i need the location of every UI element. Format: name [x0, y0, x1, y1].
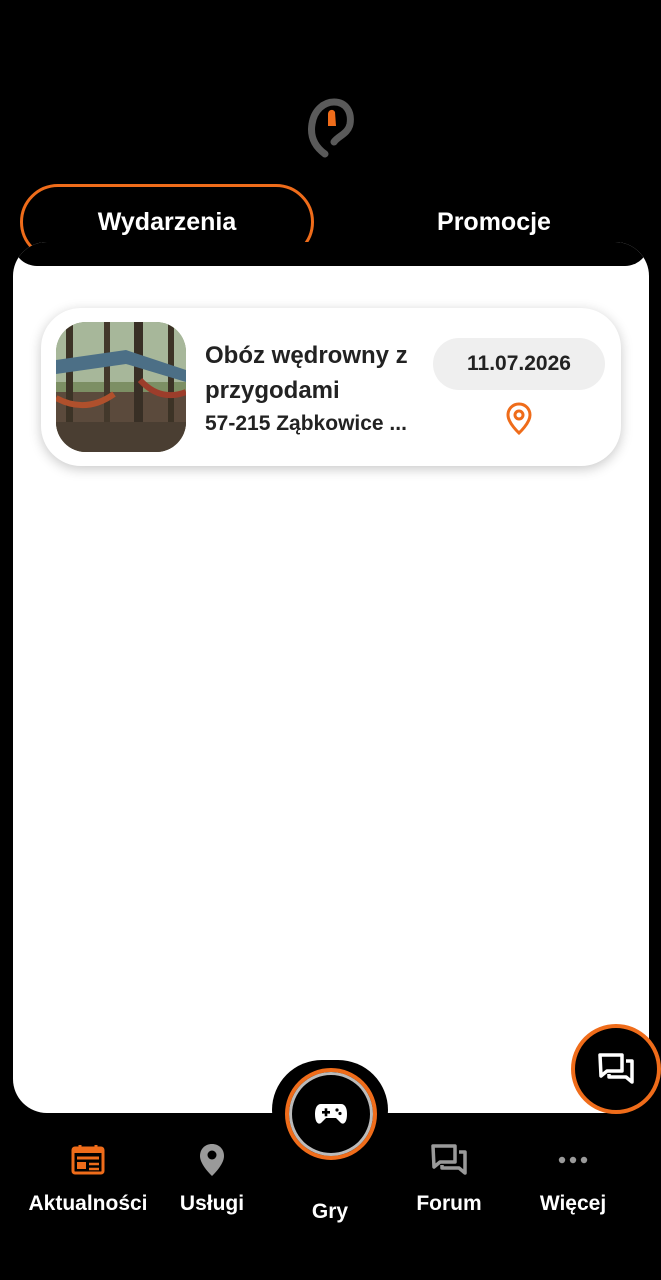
- forum-icon: [431, 1144, 467, 1175]
- tab-label: Wydarzenia: [97, 207, 237, 236]
- location-pin-icon[interactable]: [505, 402, 533, 436]
- nav-label: Forum: [416, 1192, 482, 1215]
- nav-label: Gry: [311, 1200, 349, 1223]
- nav-item-wiecej[interactable]: Więcej: [503, 1140, 643, 1216]
- newspaper-icon: [71, 1145, 105, 1175]
- nav-label: Aktualności: [28, 1192, 148, 1215]
- bottom-nav: Aktualności Usługi Gry Forum Więcej: [0, 1120, 661, 1280]
- tab-label: Promocje: [437, 207, 551, 236]
- nav-label: Usługi: [179, 1192, 245, 1215]
- event-date: 11.07.2026: [433, 338, 605, 390]
- event-date-text: 11.07.2026: [467, 352, 571, 375]
- event-card[interactable]: Obóz wędrowny z przygodami 57-215 Ząbkow…: [41, 308, 621, 466]
- nav-item-aktualnosci[interactable]: Aktualności: [18, 1140, 158, 1216]
- chat-icon: [598, 1053, 634, 1084]
- location-pin-icon: [200, 1144, 224, 1176]
- event-title: Obóz wędrowny z przygodami: [205, 342, 408, 404]
- nav-label: Więcej: [539, 1192, 607, 1215]
- event-address: 57-215 Ząbkowice ...: [205, 412, 407, 435]
- content-area: Obóz wędrowny z przygodami 57-215 Ząbkow…: [13, 242, 649, 1113]
- app-logo: [308, 98, 354, 158]
- chat-button[interactable]: [571, 1024, 661, 1114]
- event-thumbnail: [56, 322, 186, 452]
- more-dots-icon: [558, 1156, 588, 1164]
- nav-item-forum[interactable]: Forum: [379, 1140, 519, 1216]
- content-top-edge: [13, 242, 649, 266]
